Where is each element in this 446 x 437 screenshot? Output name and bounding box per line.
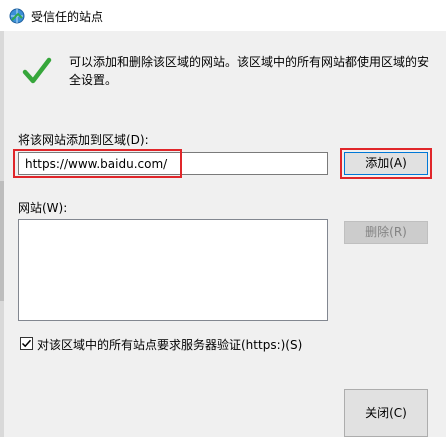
https-checkbox-label[interactable]: 对该区域中的所有站点要求服务器验证(https:)(S) — [37, 336, 302, 353]
checkbox-check-icon — [21, 339, 32, 348]
remove-button[interactable]: 删除(R) — [344, 221, 428, 244]
sites-list[interactable] — [18, 219, 328, 321]
add-button[interactable]: 添加(A) — [344, 152, 428, 175]
https-checkbox[interactable] — [20, 337, 33, 350]
internet-options-icon — [9, 8, 25, 24]
close-button[interactable]: 关闭(C) — [344, 389, 428, 437]
title-bar[interactable]: 受信任的站点 — [0, 0, 446, 31]
zone-description: 可以添加和删除该区域的网站。该区域中的所有网站都使用区域的安全设置。 — [69, 55, 430, 87]
checkmark-icon — [22, 56, 52, 86]
site-url-input[interactable] — [18, 152, 328, 175]
add-site-label: 将该网站添加到区域(D): — [18, 133, 149, 147]
window-title: 受信任的站点 — [31, 10, 104, 24]
sites-label: 网站(W): — [18, 201, 68, 215]
window-edge — [0, 31, 4, 437]
